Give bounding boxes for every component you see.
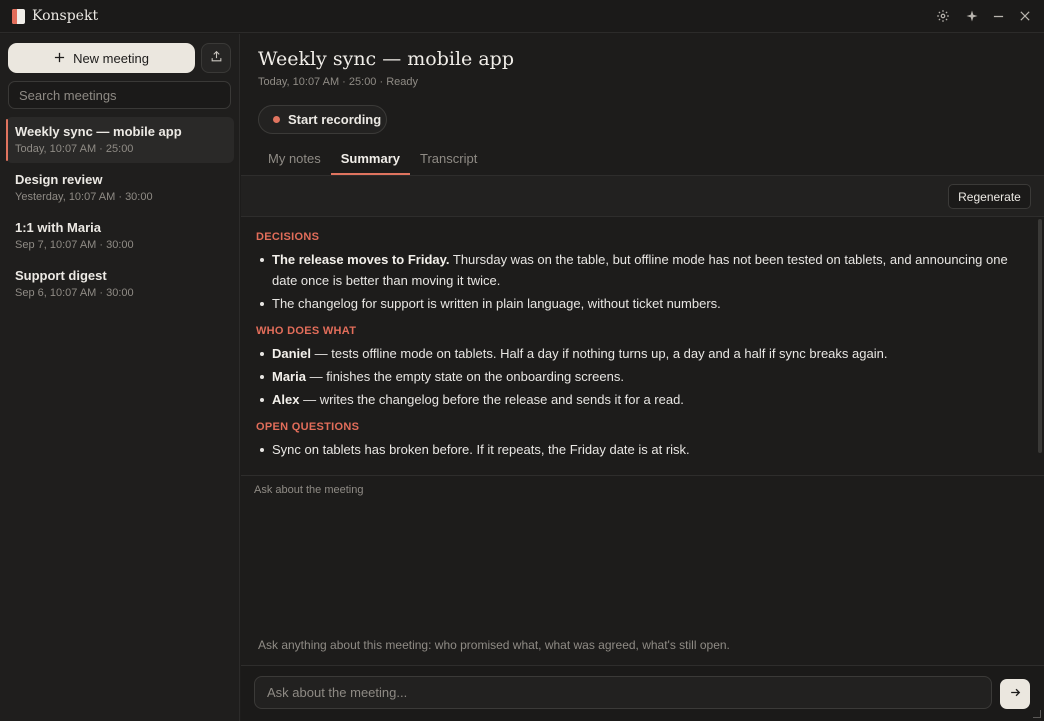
start-recording-button[interactable]: Start recording — [258, 105, 387, 134]
chat-label: Ask about the meeting — [254, 484, 364, 496]
list-item: Daniel — tests offline mode on tablets. … — [256, 343, 1024, 364]
page-title: Weekly sync — mobile app — [258, 48, 514, 70]
meeting-meta: Yesterday, 10:07 AM · 30:00 — [15, 191, 153, 203]
meeting-title: Design review — [15, 172, 103, 187]
meeting-meta: Today, 10:07 AM · 25:00 — [15, 143, 134, 155]
record-dot-icon — [273, 116, 280, 123]
tab-my-notes[interactable]: My notes — [258, 144, 331, 175]
summary-content: DECISIONS The release moves to Friday. T… — [241, 217, 1044, 475]
meeting-title: Support digest — [15, 268, 107, 283]
new-meeting-label: New meeting — [73, 50, 149, 66]
section-heading-open-questions: OPEN QUESTIONS — [256, 421, 360, 433]
plus-icon — [54, 51, 65, 66]
list-item: Maria — finishes the empty state on the … — [256, 366, 1024, 387]
list-item: The release moves to Friday. Thursday wa… — [256, 249, 1024, 291]
summary-scrollbar[interactable] — [1038, 219, 1042, 453]
tab-transcript[interactable]: Transcript — [410, 144, 487, 175]
close-icon[interactable] — [1017, 8, 1033, 24]
decisions-list: The release moves to Friday. Thursday wa… — [256, 249, 1024, 314]
chat-input[interactable] — [254, 676, 992, 709]
resize-grip-icon[interactable] — [1033, 710, 1041, 718]
minimize-icon[interactable] — [990, 8, 1006, 24]
chat-composer — [241, 665, 1044, 721]
export-button[interactable] — [201, 43, 231, 73]
meeting-item-support-digest[interactable]: Support digest Sep 6, 10:07 AM · 30:00 — [6, 261, 234, 307]
record-label: Start recording — [288, 112, 382, 127]
gear-icon[interactable] — [935, 8, 951, 24]
sidebar: New meeting Weekly sync — mobile app Tod… — [0, 34, 240, 721]
tab-bar: My notes Summary Transcript — [258, 144, 487, 176]
meeting-item-design-review[interactable]: Design review Yesterday, 10:07 AM · 30:0… — [6, 165, 234, 211]
main-panel: Weekly sync — mobile app Today, 10:07 AM… — [241, 34, 1044, 721]
upload-icon — [210, 50, 223, 66]
chat-hint: Ask anything about this meeting: who pro… — [258, 638, 730, 652]
section-heading-who-does-what: WHO DOES WHAT — [256, 325, 357, 337]
app-title: Konspekt — [32, 8, 99, 24]
sparkle-icon[interactable] — [964, 8, 980, 24]
summary-toolbar: Regenerate — [241, 176, 1044, 217]
search-input[interactable] — [8, 81, 231, 109]
meeting-title: Weekly sync — mobile app — [15, 124, 182, 139]
send-button[interactable] — [1000, 679, 1030, 709]
app-logo-icon — [12, 9, 25, 24]
section-heading-decisions: DECISIONS — [256, 231, 320, 243]
tab-summary[interactable]: Summary — [330, 144, 410, 175]
meeting-list: Weekly sync — mobile app Today, 10:07 AM… — [6, 117, 234, 309]
arrow-right-icon — [1009, 686, 1022, 702]
meeting-status: Today, 10:07 AM · 25:00 · Ready — [258, 76, 418, 88]
chat-panel: Ask about the meeting Ask anything about… — [241, 475, 1044, 665]
title-bar: Konspekt — [0, 0, 1044, 33]
who-list: Daniel — tests offline mode on tablets. … — [256, 343, 1024, 410]
meeting-item-one-on-one-maria[interactable]: 1:1 with Maria Sep 7, 10:07 AM · 30:00 — [6, 213, 234, 259]
new-meeting-button[interactable]: New meeting — [8, 43, 195, 73]
meeting-meta: Sep 6, 10:07 AM · 30:00 — [15, 287, 134, 299]
list-item: Alex — writes the changelog before the r… — [256, 389, 1024, 410]
open-questions-list: Sync on tablets has broken before. If it… — [256, 439, 1024, 460]
meeting-title: 1:1 with Maria — [15, 220, 101, 235]
list-item: The changelog for support is written in … — [256, 293, 1024, 314]
meeting-meta: Sep 7, 10:07 AM · 30:00 — [15, 239, 134, 251]
list-item: Sync on tablets has broken before. If it… — [256, 439, 1024, 460]
regenerate-button[interactable]: Regenerate — [948, 184, 1031, 209]
meeting-item-weekly-sync[interactable]: Weekly sync — mobile app Today, 10:07 AM… — [6, 117, 234, 163]
